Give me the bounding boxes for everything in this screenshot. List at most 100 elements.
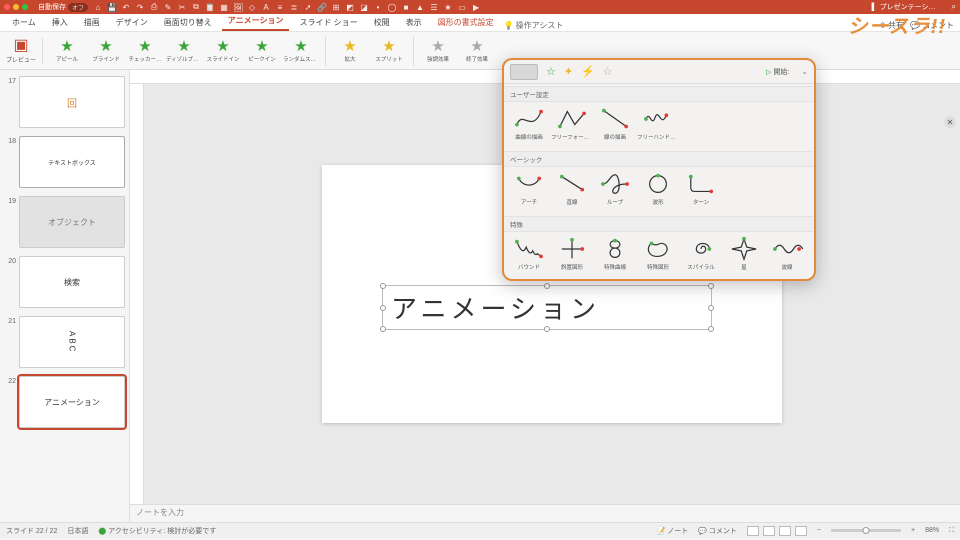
bullets-icon[interactable]: • [374,3,382,11]
reading-view-icon[interactable] [779,526,791,536]
slide-thumbnail[interactable]: 21ABC [0,314,129,374]
animation-effect-button[interactable]: ★ランダムストラ… [283,38,319,63]
maximize-window-icon[interactable] [22,4,28,10]
slide-thumbnail[interactable]: 20検索 [0,254,129,314]
autosave-toggle[interactable]: 自動保存 オフ [38,2,88,12]
motion-path-option[interactable]: 波線 [766,235,808,272]
tell-me[interactable]: 💡操作アシスト [504,20,564,31]
effect-motion-path-icon[interactable]: ⚡ [581,65,595,78]
group-icon[interactable]: ⊞ [332,3,340,11]
minimize-window-icon[interactable] [13,4,19,10]
notes-pane[interactable]: ノートを入力 [130,504,960,522]
zoom-slider[interactable] [831,529,901,532]
tab-home[interactable]: ホーム [6,14,42,31]
box-icon[interactable]: ▭ [458,3,466,11]
tab-draw[interactable]: 描画 [78,14,106,31]
arrow-icon[interactable]: ➚ [304,3,312,11]
resize-handle-icon[interactable] [708,326,714,332]
home-icon[interactable]: ⌂ [94,3,102,11]
picture-icon[interactable]: 🖼 [234,3,242,11]
view-switcher[interactable] [747,526,807,536]
animation-effect-button[interactable]: ★チェッカー… [127,38,163,63]
brush-icon[interactable]: ✎ [164,3,172,11]
redo-icon[interactable]: ↷ [136,3,144,11]
gallery-selected-preview[interactable] [510,64,538,80]
bringfront-icon[interactable]: ◩ [346,3,354,11]
slide-thumbnail-pane[interactable]: 17回18テキストボックス19オブジェクト20検索21ABC22アニメーション [0,70,130,522]
start-trigger-dropdown[interactable]: ▷ 開始: [766,67,789,77]
undo-icon[interactable]: ↶ [122,3,130,11]
sorter-view-icon[interactable] [763,526,775,536]
shapes-icon[interactable]: ◇ [248,3,256,11]
close-window-icon[interactable] [4,4,10,10]
tab-design[interactable]: デザイン [110,14,154,31]
motion-path-option[interactable]: スパイラル [680,235,722,272]
animation-effect-button[interactable]: ★スライドイン [205,38,241,63]
animation-effect-button[interactable]: ★ブラインド [88,38,124,63]
motion-path-option[interactable]: ターン [680,170,722,207]
notes-toggle[interactable]: 📝 ノート [657,526,689,536]
star-qat-icon[interactable]: ★ [444,3,452,11]
motion-path-option[interactable]: 波形 [637,170,679,207]
zoom-out-icon[interactable]: − [817,527,821,534]
zoom-level[interactable]: 88% [925,527,939,534]
copy-icon[interactable]: ⧉ [192,3,200,11]
animation-effect-button[interactable]: ★拡大 [332,38,368,63]
normal-view-icon[interactable] [747,526,759,536]
window-controls[interactable] [4,4,28,10]
tab-insert[interactable]: 挿入 [46,14,74,31]
comments-toggle[interactable]: 💬 コメント [698,526,737,536]
sendback-icon[interactable]: ◪ [360,3,368,11]
gallery-expand-icon[interactable]: ⌄ [801,67,808,76]
scissors-icon[interactable]: ✂ [178,3,186,11]
motion-path-option[interactable]: バウンド [508,235,550,272]
motion-path-option[interactable]: 星 [723,235,765,272]
resize-handle-icon[interactable] [708,283,714,289]
motion-path-option[interactable]: フリーハンドの描画 [637,105,679,142]
slide-thumbnail[interactable]: 17回 [0,74,129,134]
tab-view[interactable]: 表示 [400,14,428,31]
motion-path-option[interactable]: 線の描画 [594,105,636,142]
resize-handle-icon[interactable] [544,326,550,332]
motion-path-option[interactable]: 特殊曲線 [594,235,636,272]
fit-window-icon[interactable]: ⛶ [949,527,954,535]
resize-handle-icon[interactable] [380,305,386,311]
zoom-in-icon[interactable]: + [911,527,915,534]
motion-path-option[interactable]: 斜置図形 [551,235,593,272]
language-indicator[interactable]: 日本語 [67,526,88,536]
animation-effect-button[interactable]: ★ピークイン [244,38,280,63]
effect-emphasis-star-icon[interactable]: ✦ [564,65,573,78]
tab-shape-format[interactable]: 図形の書式設定 [432,14,500,31]
circle-icon[interactable]: ◯ [388,3,396,11]
accessibility-status[interactable]: ⬤ アクセシビリティ: 検討が必要です [98,526,216,536]
triangle-icon[interactable]: ▲ [416,3,424,11]
align-left-icon[interactable]: ≡ [276,3,284,11]
slideshow-view-icon[interactable] [795,526,807,536]
effect-entrance-star-icon[interactable]: ☆ [546,65,556,78]
tab-slideshow[interactable]: スライド ショー [293,14,363,31]
effect-exit-star-icon[interactable]: ☆ [603,65,613,78]
animation-effect-button[interactable]: ★ディゾルブイン [166,38,202,63]
motion-path-option[interactable]: アーチ [508,170,550,207]
resize-handle-icon[interactable] [544,283,550,289]
textbox-icon[interactable]: A [262,3,270,11]
slide-thumbnail[interactable]: 18テキストボックス [0,134,129,194]
animation-effect-button[interactable]: ★強調効果 [420,38,456,63]
save-icon[interactable]: 💾 [108,3,116,11]
selected-textbox[interactable]: アニメーション [382,285,712,330]
motion-path-option[interactable]: 特殊図形 [637,235,679,272]
resize-handle-icon[interactable] [708,305,714,311]
slide-thumbnail[interactable]: 19オブジェクト [0,194,129,254]
table-icon[interactable]: ▦ [220,3,228,11]
tab-transitions[interactable]: 画面切り替え [158,14,218,31]
link-icon[interactable]: 🔗 [318,3,326,11]
tab-review[interactable]: 校閲 [368,14,396,31]
resize-handle-icon[interactable] [380,283,386,289]
animation-effect-button[interactable]: ★スプリット [371,38,407,63]
motion-path-option[interactable]: 曲線の描画 [508,105,550,142]
animation-effect-button[interactable]: ★終了効果 [459,38,495,63]
tab-animations[interactable]: アニメーション [222,12,290,31]
list-icon[interactable]: ☰ [430,3,438,11]
close-pane-icon[interactable]: ✕ [944,116,956,128]
preview-group[interactable]: ▣ プレビュー [4,38,43,64]
